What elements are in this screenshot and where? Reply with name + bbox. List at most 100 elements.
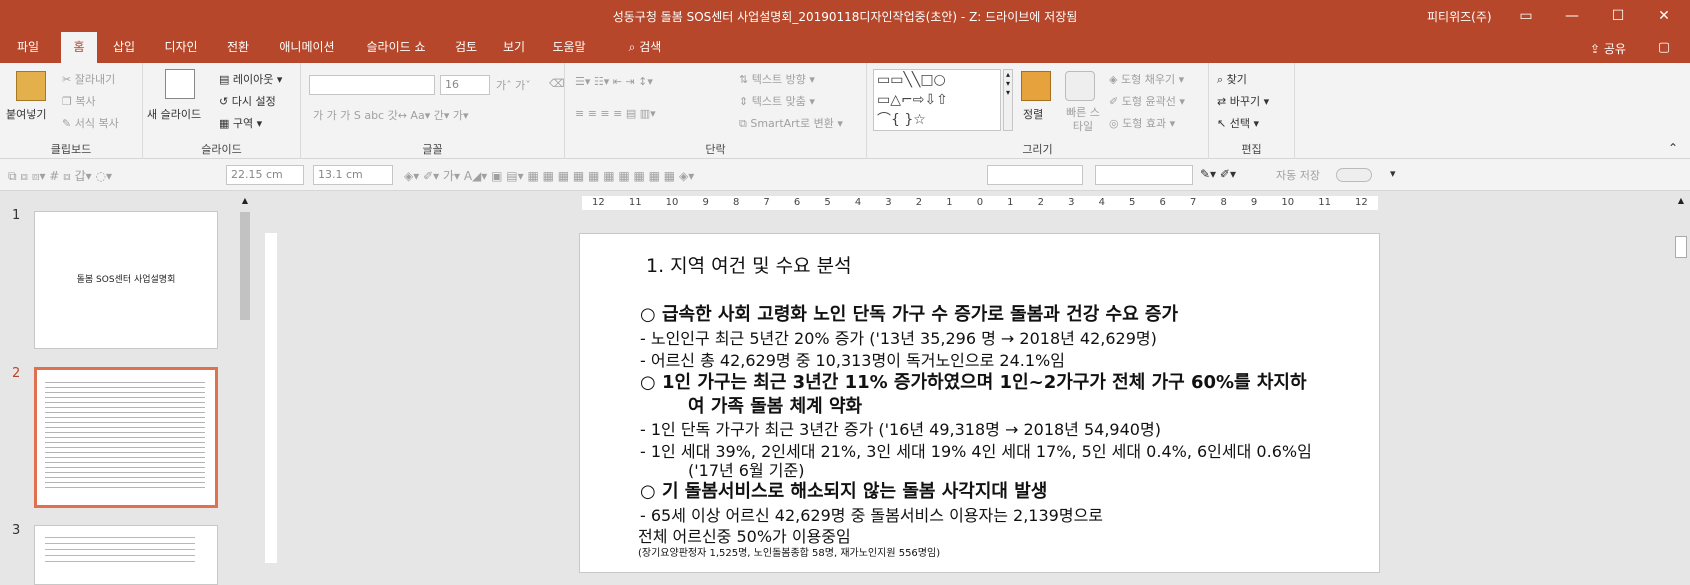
grow-font-icon[interactable]: 가ˆ 가ˇ bbox=[496, 77, 531, 93]
thumbnail-scrollbar[interactable]: ▲ bbox=[238, 196, 252, 563]
list-icons[interactable]: ☰▾ ☷▾ ⇤ ⇥ ↕▾ bbox=[575, 75, 653, 88]
scroll-thumb[interactable] bbox=[1675, 236, 1687, 258]
scroll-up-icon[interactable]: ▲ bbox=[238, 196, 252, 205]
share-icon: ⇪ bbox=[1590, 42, 1601, 56]
ruler-tick: 7 bbox=[763, 197, 770, 208]
shape-fill-button[interactable]: ◈ 도형 채우기 ▾ bbox=[1109, 71, 1184, 87]
paste-icon[interactable] bbox=[16, 71, 46, 101]
slide-thumbnail-1[interactable]: 돌봄 SOS센터 사업설명회 bbox=[34, 211, 218, 349]
format-actions-icons[interactable]: ◈▾ ✐▾ 가▾ A◢▾ ▣ ▤▾ ▦ ▦ ▦ ▦ ▦ ▦ ▦ ▦ ▦ ▦ ◈▾ bbox=[404, 167, 694, 184]
ruler-tick: 8 bbox=[732, 197, 740, 208]
heading-care-gap[interactable]: ○ 기 돌봄서비스로 해소되지 않는 돌봄 사각지대 발생 bbox=[640, 477, 1047, 503]
align-text-button[interactable]: ⇕ 텍스트 맞춤 ▾ bbox=[739, 93, 815, 109]
tab-slideshow[interactable]: 슬라이드 쇼 bbox=[356, 32, 436, 63]
ruler-tick: 10 bbox=[1281, 197, 1295, 208]
tab-help[interactable]: 도움말 bbox=[544, 32, 594, 63]
tab-home[interactable]: 홈 bbox=[61, 32, 97, 63]
slide-title[interactable]: 1. 지역 여건 및 수요 분석 bbox=[646, 251, 852, 278]
shape-outline-button[interactable]: ✐ 도형 윤곽선 ▾ bbox=[1109, 93, 1185, 109]
select-button[interactable]: ↖ 선택 ▾ bbox=[1217, 115, 1259, 131]
customize-toolbar-icon[interactable]: ▾ bbox=[1390, 167, 1396, 180]
tab-search-label: 검색 bbox=[639, 40, 662, 54]
tab-insert[interactable]: 삽입 bbox=[104, 32, 144, 63]
tab-transitions[interactable]: 전환 bbox=[218, 32, 258, 63]
comment-icon[interactable]: ▢ bbox=[1644, 32, 1684, 63]
bullet-text[interactable]: - 노인인구 최근 5년간 20% 증가 ('13년 35,296 명 → 20… bbox=[640, 325, 1157, 349]
bullet-text[interactable]: - 1인 단독 가구가 최근 3년간 증가 ('16년 49,318명 → 20… bbox=[640, 416, 1161, 440]
arrange-button[interactable]: 정렬 bbox=[1023, 106, 1043, 122]
collapse-ribbon-icon[interactable]: ⌃ bbox=[1668, 141, 1678, 155]
ruler-tick: 2 bbox=[1037, 197, 1045, 208]
heading-single-household[interactable]: ○ 1인 가구는 최근 3년간 11% 증가하였으며 1인~2가구가 전체 가구… bbox=[640, 368, 1307, 394]
quick-styles-icon[interactable] bbox=[1065, 71, 1095, 101]
highlight-icons[interactable]: ✎▾ ✐▾ bbox=[1200, 167, 1236, 181]
quick-styles-button[interactable]: 빠른 스타일 bbox=[1063, 106, 1103, 134]
thumbnail-text-lines bbox=[45, 378, 205, 488]
tab-view[interactable]: 보기 bbox=[496, 32, 532, 63]
cut-label: 잘라내기 bbox=[74, 73, 116, 86]
find-button[interactable]: ⌕ 찾기 bbox=[1217, 71, 1247, 87]
new-slide-icon[interactable] bbox=[165, 69, 195, 99]
replace-icon: ⇄ bbox=[1217, 95, 1227, 108]
shape-gallery[interactable]: ▭▭╲╲□○ ▭△⌐⇨⇩⇧ ⌒{ }☆ bbox=[873, 69, 1001, 131]
editing-group: ⌕ 찾기 ⇄ 바꾸기 ▾ ↖ 선택 ▾ 편집 bbox=[1209, 63, 1295, 159]
text-direction-button[interactable]: ⇅ 텍스트 방향 ▾ bbox=[739, 71, 815, 87]
tab-animations[interactable]: 애니메이션 bbox=[272, 32, 342, 63]
tab-file[interactable]: 파일 bbox=[8, 32, 48, 63]
thumbnail-text-lines bbox=[45, 532, 195, 562]
slide-thumbnail-2[interactable] bbox=[34, 367, 218, 508]
new-slide-button[interactable]: 새 슬라이드 bbox=[147, 106, 201, 122]
ruler-tick: 9 bbox=[702, 197, 709, 208]
ribbon-display-icon[interactable]: ▭ bbox=[1503, 0, 1549, 32]
scroll-thumb[interactable] bbox=[240, 212, 250, 320]
style-select-1[interactable] bbox=[987, 165, 1083, 185]
share-button[interactable]: ⇪ 공유 bbox=[1590, 40, 1626, 57]
maximize-icon[interactable]: ☐ bbox=[1595, 0, 1641, 32]
section-icon: ▦ bbox=[219, 117, 230, 130]
tab-review[interactable]: 검토 bbox=[448, 32, 484, 63]
shape-effects-button[interactable]: ◎ 도형 효과 ▾ bbox=[1109, 115, 1175, 131]
shape-effects-label: 도형 효과 bbox=[1122, 117, 1167, 130]
shape-width-input[interactable]: 22.15 cm bbox=[226, 165, 304, 185]
section-button[interactable]: ▦ 구역 ▾ bbox=[219, 115, 262, 131]
heading-single-household-cont[interactable]: 여 가족 돌봄 체계 약화 bbox=[688, 392, 862, 418]
style-select-2[interactable] bbox=[1095, 165, 1193, 185]
layout-button[interactable]: ▤ 레이아웃 ▾ bbox=[219, 71, 282, 87]
copy-button[interactable]: ❐ 복사 bbox=[62, 93, 96, 109]
minimize-icon[interactable]: — bbox=[1549, 0, 1595, 32]
format-tools-icons[interactable]: ⧉ ⧈ ⧇▾ # ⧈ 갑▾ ◌▾ bbox=[8, 167, 112, 184]
smartart-button[interactable]: ⧉ SmartArt로 변환 ▾ bbox=[739, 115, 843, 131]
smartart-label: SmartArt로 변환 bbox=[750, 117, 834, 130]
scroll-up-icon[interactable]: ▲ bbox=[1672, 196, 1690, 205]
heading-aging[interactable]: ○ 급속한 사회 고령화 노인 단독 가구 수 증가로 돌봄과 건강 수요 증가 bbox=[640, 300, 1178, 326]
user-name[interactable]: 피티위즈(주) bbox=[1427, 8, 1492, 25]
ruler-tick: 3 bbox=[885, 197, 892, 208]
shape-height-input[interactable]: 13.1 cm bbox=[313, 165, 393, 185]
close-icon[interactable]: ✕ bbox=[1641, 0, 1687, 32]
ruler-tick: 12 bbox=[592, 197, 605, 208]
font-style-icons[interactable]: 가 가 가 S abc 갓↔ Aa▾ 간▾ 가▾ bbox=[313, 107, 469, 123]
share-label: 공유 bbox=[1603, 42, 1626, 56]
align-icons[interactable]: ≡ ≡ ≡ ≡ ▤ ▥▾ bbox=[575, 107, 656, 120]
editing-label: 편집 bbox=[1241, 143, 1262, 156]
slide-canvas[interactable]: 1. 지역 여건 및 수요 분석 ○ 급속한 사회 고령화 노인 단독 가구 수… bbox=[579, 233, 1380, 573]
ruler-ticks: 12 11 10 9 8 7 6 5 4 3 2 1 0 1 2 3 4 5 6 7 8 9 10 11 12 bbox=[582, 196, 1378, 210]
format-painter-button[interactable]: ✎ 서식 복사 bbox=[62, 115, 119, 131]
slide-thumbnail-3[interactable] bbox=[34, 525, 218, 585]
tab-search[interactable]: ⌕ 검색 bbox=[618, 32, 672, 63]
bullet-note[interactable]: (장기요양판정자 1,525명, 노인돌봄종합 58명, 재가노인지원 556명… bbox=[638, 544, 940, 559]
tab-design[interactable]: 디자인 bbox=[157, 32, 205, 63]
main-scrollbar[interactable]: ▲ bbox=[1672, 196, 1690, 563]
font-size-select[interactable]: 16 bbox=[440, 75, 490, 95]
paste-button[interactable]: 붙여넣기 bbox=[6, 106, 46, 122]
font-name-select[interactable] bbox=[309, 75, 435, 95]
arrange-icon[interactable] bbox=[1021, 71, 1051, 101]
ruler-tick: 2 bbox=[915, 197, 923, 208]
clear-format-icon[interactable]: ⌫ bbox=[549, 77, 565, 90]
reset-button[interactable]: ↺ 다시 설정 bbox=[219, 93, 276, 109]
shape-gallery-scroll[interactable]: ▴ ▾ ▾ bbox=[1003, 69, 1013, 131]
slide-number: 2 bbox=[12, 366, 21, 381]
cut-button[interactable]: ✂ 잘라내기 bbox=[62, 71, 115, 87]
autosave-toggle[interactable] bbox=[1336, 168, 1372, 182]
replace-button[interactable]: ⇄ 바꾸기 ▾ bbox=[1217, 93, 1269, 109]
